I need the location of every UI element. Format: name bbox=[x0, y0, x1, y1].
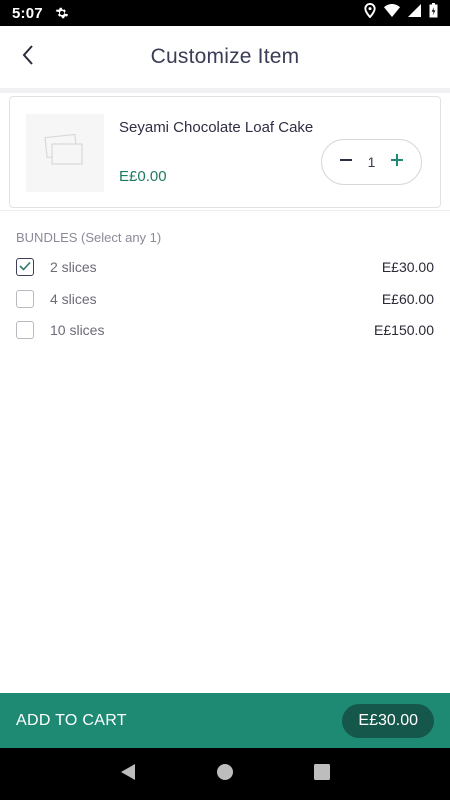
signal-icon bbox=[408, 4, 421, 22]
nav-recents-button[interactable] bbox=[310, 762, 334, 786]
app-bar: Customize Item bbox=[0, 26, 450, 88]
bundle-option-price: E£60.00 bbox=[381, 291, 434, 307]
bundle-option-2-slices[interactable]: 2 slices E£30.00 bbox=[16, 255, 434, 279]
checkbox-checked[interactable] bbox=[16, 258, 34, 276]
add-to-cart-label: ADD TO CART bbox=[16, 711, 127, 729]
chevron-left-icon bbox=[21, 44, 35, 71]
settings-gear-icon bbox=[55, 6, 69, 20]
bundle-option-label: 2 slices bbox=[50, 259, 97, 275]
bundle-option-price: E£30.00 bbox=[381, 259, 434, 275]
battery-icon bbox=[429, 3, 438, 23]
plus-icon bbox=[390, 153, 404, 172]
checkmark-icon bbox=[19, 258, 31, 276]
decrease-quantity-button[interactable] bbox=[335, 151, 357, 173]
triangle-back-icon bbox=[119, 763, 137, 786]
checkbox-unchecked[interactable] bbox=[16, 321, 34, 339]
quantity-value: 1 bbox=[367, 154, 376, 170]
location-icon bbox=[364, 2, 376, 23]
square-recents-icon bbox=[313, 763, 330, 785]
increase-quantity-button[interactable] bbox=[386, 151, 408, 173]
back-button[interactable] bbox=[10, 39, 46, 75]
item-image-placeholder bbox=[26, 114, 104, 192]
bundle-option-label: 10 slices bbox=[50, 322, 105, 338]
add-to-cart-button[interactable]: ADD TO CART E£30.00 bbox=[0, 693, 450, 748]
status-bar: 5:07 bbox=[0, 0, 450, 26]
nav-home-button[interactable] bbox=[213, 762, 237, 786]
bundle-option-label: 4 slices bbox=[50, 291, 97, 307]
page-title: Customize Item bbox=[150, 45, 300, 68]
circle-home-icon bbox=[216, 763, 234, 786]
checkbox-unchecked[interactable] bbox=[16, 290, 34, 308]
minus-icon bbox=[339, 153, 353, 172]
item-name: Seyami Chocolate Loaf Cake bbox=[119, 119, 314, 136]
status-time: 5:07 bbox=[12, 4, 43, 22]
bundle-option-price: E£150.00 bbox=[374, 322, 434, 338]
item-price: E£0.00 bbox=[119, 168, 167, 185]
item-card: Seyami Chocolate Loaf Cake E£0.00 1 bbox=[9, 96, 441, 208]
header-divider bbox=[0, 88, 450, 93]
system-nav-bar bbox=[0, 748, 450, 800]
quantity-stepper: 1 bbox=[321, 139, 422, 185]
bundle-option-4-slices[interactable]: 4 slices E£60.00 bbox=[16, 287, 434, 311]
nav-back-button[interactable] bbox=[116, 762, 140, 786]
wifi-icon bbox=[384, 4, 400, 22]
bundle-option-10-slices[interactable]: 10 slices E£150.00 bbox=[16, 318, 434, 342]
image-placeholder-icon bbox=[44, 133, 86, 173]
cart-total-badge: E£30.00 bbox=[342, 703, 434, 738]
section-divider bbox=[0, 210, 450, 211]
bundles-header: BUNDLES (Select any 1) bbox=[16, 230, 162, 245]
